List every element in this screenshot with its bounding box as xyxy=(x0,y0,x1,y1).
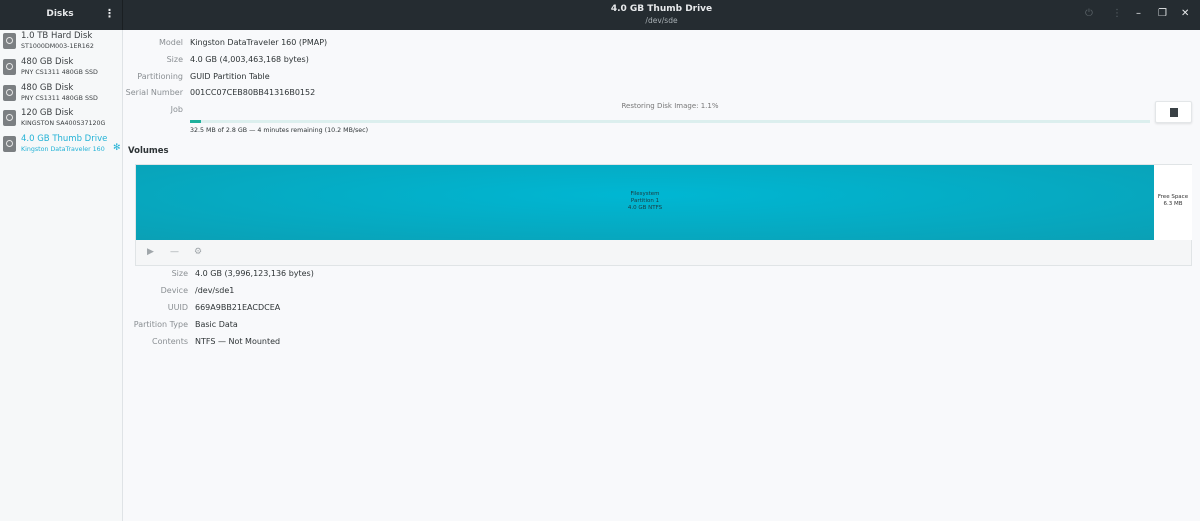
contents-label: Contents xyxy=(152,337,188,346)
uuid-value: 669A9BB21EACDCEA xyxy=(195,303,281,312)
job-progress-fill xyxy=(190,120,201,123)
app-menu-icon[interactable]: ⋮ xyxy=(104,7,115,20)
size-label: Size xyxy=(166,55,183,64)
maximize-icon[interactable]: ❐ xyxy=(1158,8,1167,19)
partition-line: Partition 1 xyxy=(630,198,660,204)
job-detail: 32.5 MB of 2.8 GB — 4 minutes remaining … xyxy=(190,127,369,134)
cancel-job-button[interactable] xyxy=(1155,101,1192,123)
window-title: 4.0 GB Thumb Drive xyxy=(610,4,713,14)
device-model: Kingston DataTraveler 160 xyxy=(21,146,105,153)
job-label: Job xyxy=(170,105,183,114)
partition-type-label: Partition Type xyxy=(133,320,188,329)
serial-label: Serial Number xyxy=(125,88,183,97)
trash-icon xyxy=(1170,108,1178,117)
disk-icon xyxy=(3,33,16,49)
app-title: Disks xyxy=(46,9,74,19)
contents-value: NTFS — Not Mounted xyxy=(195,337,281,346)
settings-gears-icon[interactable]: ⚙ xyxy=(194,247,202,257)
partition-type-value: Basic Data xyxy=(195,320,238,329)
device-item-selected[interactable]: 4.0 GB Thumb Drive Kingston DataTraveler … xyxy=(0,133,123,158)
device-label: Device xyxy=(160,286,188,295)
volumes-heading: Volumes xyxy=(128,146,169,156)
partitioning-label: Partitioning xyxy=(137,72,183,81)
size-value: 4.0 GB (4,003,463,168 bytes) xyxy=(190,55,309,64)
serial-value: 001CC07CEB80BB41316B0152 xyxy=(190,88,316,97)
free-line: Free Space xyxy=(1157,194,1189,200)
partitioning-value: GUID Partition Table xyxy=(190,72,270,81)
usb-drive-icon xyxy=(3,136,16,152)
part-size-value: 4.0 GB (3,996,123,136 bytes) xyxy=(195,269,314,278)
partition-1-block[interactable]: Filesystem Partition 1 4.0 GB NTFS xyxy=(136,165,1154,240)
disk-icon xyxy=(3,110,16,126)
drive-menu-icon[interactable]: ⋮ xyxy=(1112,8,1122,19)
disk-icon xyxy=(3,59,16,75)
free-line: 6.3 MB xyxy=(1163,201,1183,207)
device-model: KINGSTON SA400S37120G xyxy=(21,120,106,127)
close-icon[interactable]: ✕ xyxy=(1181,8,1189,19)
partition-line: 4.0 GB NTFS xyxy=(627,205,663,211)
model-value: Kingston DataTraveler 160 (PMAP) xyxy=(190,38,328,47)
partition-line: Filesystem xyxy=(630,191,660,197)
sidebar-header: Disks ⋮ xyxy=(0,0,123,30)
device-value: /dev/sde1 xyxy=(195,286,235,295)
spinner-icon: ✻ xyxy=(113,143,121,153)
model-label: Model xyxy=(158,38,183,47)
device-name: 4.0 GB Thumb Drive xyxy=(21,134,108,144)
window-subtitle: /dev/sde xyxy=(645,16,678,25)
part-size-label: Size xyxy=(171,269,188,278)
header-bar: Disks ⋮ 4.0 GB Thumb Drive /dev/sde ⏻ ⋮ … xyxy=(0,0,1200,30)
job-progress-bar xyxy=(190,120,1150,123)
free-space-block[interactable]: Free Space 6.3 MB xyxy=(1154,165,1192,240)
disk-icon xyxy=(3,85,16,101)
volume-map: Filesystem Partition 1 4.0 GB NTFS Free Sp… xyxy=(135,164,1192,266)
minimize-icon[interactable]: – xyxy=(1136,8,1141,19)
delete-partition-icon[interactable]: — xyxy=(170,247,179,257)
mount-icon[interactable]: ▶ xyxy=(147,247,154,257)
uuid-label: UUID xyxy=(167,303,188,312)
job-title: Restoring Disk Image: 1.1% xyxy=(621,102,719,110)
power-off-icon[interactable]: ⏻ xyxy=(1085,8,1093,19)
